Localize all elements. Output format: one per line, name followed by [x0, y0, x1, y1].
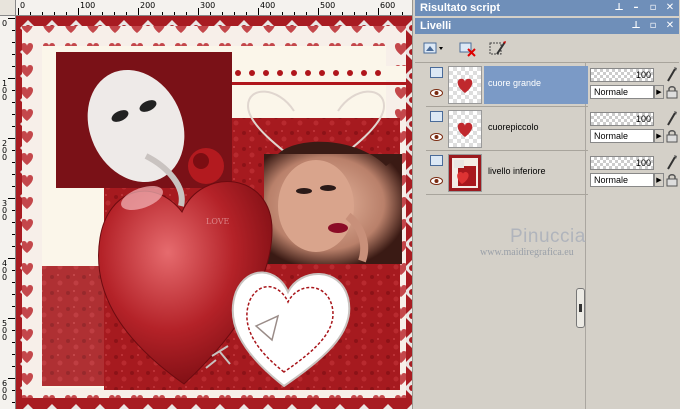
- lock-icon[interactable]: [666, 129, 678, 143]
- layer-properties-row: 100 Normale ▶: [588, 63, 680, 107]
- image-canvas-area[interactable]: 0 100 200 300 400 500 600 0 1 0 0 2 0 0 …: [0, 0, 412, 409]
- opacity-value: 100: [635, 114, 651, 124]
- heart-thumbnail-icon: [457, 122, 473, 137]
- delete-layer-icon: [459, 42, 476, 57]
- layer-properties-row: 100 Normale ▶: [588, 107, 680, 151]
- blend-dropdown-arrow-icon[interactable]: ▶: [654, 129, 664, 143]
- palettes-panel: Risultato script ⊥ – ▫ ✕ Livelli ⊥ ▫ ✕: [412, 0, 680, 409]
- layer-row-livello-inferiore[interactable]: livello inferiore: [426, 151, 588, 195]
- heart-thumbnail-icon: [457, 78, 473, 93]
- brush-icon[interactable]: [666, 110, 678, 126]
- ruler-label: 300: [200, 1, 216, 10]
- layer-thumbnail: [448, 66, 482, 104]
- layer-name-area[interactable]: cuore grande: [484, 66, 588, 104]
- ruler-label: 6 0 0: [2, 379, 8, 402]
- blend-mode-value: Normale: [594, 131, 629, 141]
- layers-list: cuore grande cuorepiccolo livello inferi…: [426, 63, 588, 198]
- close-icon[interactable]: ✕: [663, 1, 677, 15]
- ruler-label: 400: [260, 1, 276, 10]
- blend-dropdown-arrow-icon[interactable]: ▶: [654, 85, 664, 99]
- layer-thumbnail: [448, 154, 482, 192]
- maximize-icon[interactable]: ▫: [646, 19, 660, 33]
- ruler-label: 200: [140, 1, 156, 10]
- ruler-label: 0: [2, 19, 8, 28]
- blend-mode-value: Normale: [594, 175, 629, 185]
- brush-icon[interactable]: [666, 154, 678, 170]
- layer-properties-button[interactable]: [487, 39, 509, 59]
- blend-mode-value: Normale: [594, 87, 629, 97]
- layer-row-cuorepiccolo[interactable]: cuorepiccolo: [426, 107, 588, 151]
- ruler-label: 2 0 0: [2, 139, 8, 162]
- layers-toolbar: [415, 36, 679, 63]
- visibility-eye-icon[interactable]: [430, 133, 443, 141]
- raster-layer-icon: [430, 111, 443, 122]
- ruler-label: 600: [380, 1, 396, 10]
- blend-dropdown-arrow-icon[interactable]: ▶: [654, 173, 664, 187]
- watermark-name: Pinuccia: [510, 226, 586, 247]
- visibility-eye-icon[interactable]: [430, 89, 443, 97]
- ruler-label: 5 0 0: [2, 319, 8, 342]
- layer-name: livello inferiore: [488, 166, 546, 176]
- layers-panel-title: Livelli: [420, 20, 452, 32]
- raster-layer-icon: [430, 155, 443, 166]
- layers-title-bar[interactable]: Livelli ⊥ ▫ ✕: [415, 18, 679, 34]
- opacity-value: 100: [635, 70, 651, 80]
- ruler-label: 0: [20, 1, 26, 10]
- ruler-label: 500: [320, 1, 336, 10]
- layer-name-area[interactable]: livello inferiore: [484, 154, 588, 192]
- blend-mode-select[interactable]: Normale: [590, 85, 654, 99]
- valentine-artwork[interactable]: LOVE: [16, 16, 412, 409]
- layer-name: cuorepiccolo: [488, 122, 539, 132]
- watermark-url: www.maidiregrafica.eu: [480, 247, 574, 258]
- layer-properties-column: 100 Normale ▶ 100 Normale ▶ 100 Normale …: [588, 63, 680, 203]
- blend-mode-select[interactable]: Normale: [590, 129, 654, 143]
- svg-text:LOVE: LOVE: [206, 217, 230, 226]
- opacity-slider[interactable]: 100: [590, 156, 654, 170]
- close-icon[interactable]: ✕: [663, 19, 677, 33]
- minimize-icon[interactable]: –: [629, 1, 643, 15]
- raster-layer-icon: [430, 67, 443, 78]
- maximize-icon[interactable]: ▫: [646, 1, 660, 15]
- vertical-ruler: 0 1 0 0 2 0 0 3 0 0 4 0 0 5 0 0 6 0 0: [0, 16, 16, 409]
- pin-icon[interactable]: ⊥: [629, 19, 643, 33]
- opacity-slider[interactable]: 100: [590, 68, 654, 82]
- layer-properties-icon: [489, 41, 506, 55]
- ruler-label: 3 0 0: [2, 199, 8, 222]
- lock-icon[interactable]: [666, 173, 678, 187]
- layer-name-area[interactable]: cuorepiccolo: [484, 110, 588, 148]
- ruler-label: 1 0 0: [2, 79, 8, 102]
- script-output-title: Risultato script: [420, 2, 501, 14]
- opacity-value: 100: [635, 158, 651, 168]
- lock-icon[interactable]: [666, 85, 678, 99]
- delete-layer-button[interactable]: [457, 39, 479, 59]
- layer-properties-row: 100 Normale ▶: [588, 151, 680, 195]
- horizontal-ruler: 0 100 200 300 400 500 600: [16, 0, 412, 16]
- blend-mode-select[interactable]: Normale: [590, 173, 654, 187]
- layer-row-cuore-grande[interactable]: cuore grande: [426, 63, 588, 107]
- new-layer-icon: [423, 42, 443, 54]
- pin-icon[interactable]: ⊥: [612, 1, 626, 15]
- ruler-label: 100: [80, 1, 96, 10]
- ruler-label: 4 0 0: [2, 259, 8, 282]
- ruler-corner: [0, 0, 16, 16]
- visibility-eye-icon[interactable]: [430, 177, 443, 185]
- opacity-slider[interactable]: 100: [590, 112, 654, 126]
- layer-thumbnail: [448, 110, 482, 148]
- panel-splitter-handle[interactable]: [576, 288, 585, 328]
- layer-name: cuore grande: [488, 78, 542, 88]
- brush-icon[interactable]: [666, 66, 678, 82]
- new-layer-button[interactable]: [421, 39, 447, 59]
- artwork-thumbnail-icon: [452, 158, 478, 188]
- script-output-title-bar[interactable]: Risultato script ⊥ – ▫ ✕: [415, 0, 679, 16]
